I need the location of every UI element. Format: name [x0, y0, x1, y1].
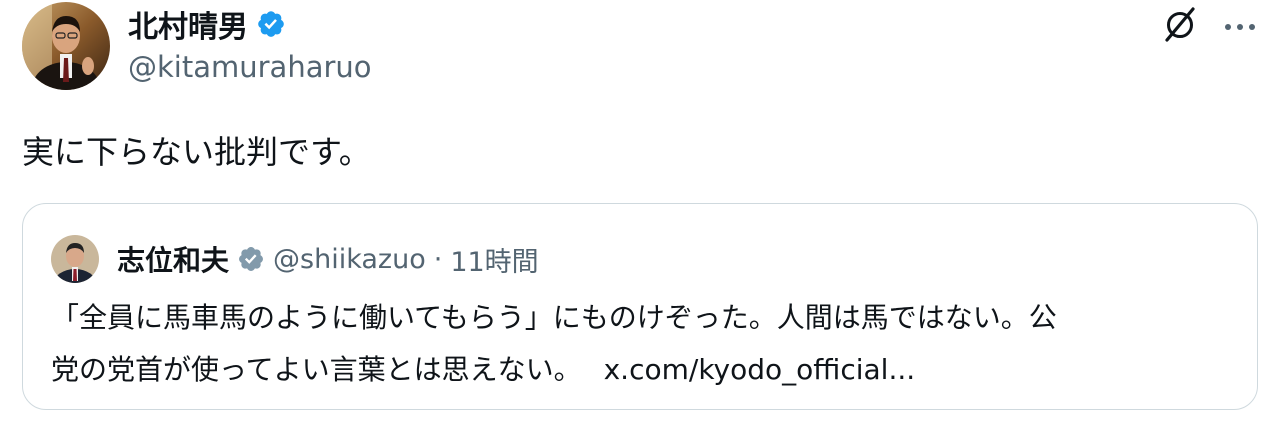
- quoted-tweet-text: 「全員に馬車馬のように働いてもらう」にものけぞった。人間は馬ではない。公 党の党…: [51, 292, 1241, 396]
- author-name[interactable]: 北村晴男: [128, 2, 248, 46]
- quoted-tweet-header: 志位和夫 @shiikazuo · 11時間: [51, 234, 539, 284]
- more-options-button[interactable]: [1218, 6, 1262, 46]
- quoted-author-handle: @shiikazuo: [273, 243, 426, 275]
- quoted-text-line-2: 党の党首が使ってよい言葉とは思えない。 x.com/kyodo_official.…: [51, 344, 1241, 396]
- grok-icon: [1160, 4, 1200, 48]
- dot-separator: ·: [433, 243, 443, 275]
- tweet: 北村晴男 @kitamuraharuo 実に下らない批判です。 志位和夫 @sh…: [0, 0, 1282, 442]
- author-avatar[interactable]: [22, 2, 110, 90]
- quoted-author-name: 志位和夫: [117, 244, 230, 277]
- quoted-tweet-card[interactable]: 志位和夫 @shiikazuo · 11時間 「全員に馬車馬のように働いてもらう…: [22, 203, 1258, 410]
- tweet-text: 実に下らない批判です。: [22, 133, 371, 171]
- more-icon: [1222, 17, 1258, 36]
- quoted-author-avatar[interactable]: [51, 235, 99, 283]
- verified-gray-badge-icon: [237, 245, 265, 273]
- quoted-text-line-1: 「全員に馬車馬のように働いてもらう」にものけぞった。人間は馬ではない。公: [51, 301, 1057, 334]
- verified-badge-icon: [256, 9, 286, 39]
- quoted-timestamp[interactable]: 11時間: [450, 240, 538, 279]
- author-name-row: 北村晴男: [128, 2, 286, 46]
- author-handle[interactable]: @kitamuraharuo: [128, 50, 372, 84]
- quoted-text-line-2-body: 党の党首が使ってよい言葉とは思えない。: [51, 353, 582, 386]
- quoted-link[interactable]: x.com/kyodo_official...: [604, 353, 916, 386]
- grok-button[interactable]: [1158, 6, 1202, 46]
